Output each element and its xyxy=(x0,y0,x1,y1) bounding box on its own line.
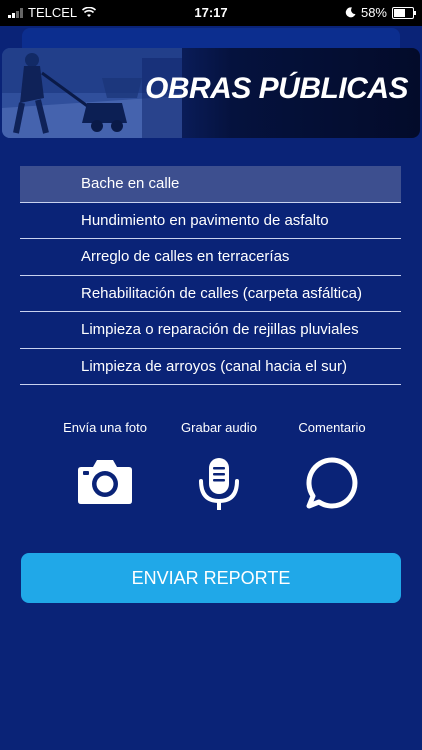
status-bar: TELCEL 17:17 58% xyxy=(0,0,422,26)
battery-percent: 58% xyxy=(360,5,387,20)
menu-item-hundimiento[interactable]: Hundimiento en pavimento de asfalto xyxy=(20,203,401,239)
banner-title: OBRAS PÚBLICAS xyxy=(144,72,409,105)
camera-icon xyxy=(78,460,132,504)
menu-item-bache[interactable]: Bache en calle xyxy=(20,166,401,203)
header-strip xyxy=(22,28,400,48)
submit-report-button[interactable]: ENVIAR REPORTE xyxy=(21,553,401,603)
record-audio-button[interactable]: Grabar audio xyxy=(159,420,279,511)
menu-item-label: Limpieza o reparación de rejillas pluvia… xyxy=(81,321,359,339)
menu-item-label: Bache en calle xyxy=(81,175,180,193)
menu-item-terracerias[interactable]: Arreglo de calles en terracerías xyxy=(20,239,401,276)
send-photo-button[interactable]: Envía una foto xyxy=(45,420,165,505)
menu-item-arroyos[interactable]: Limpieza de arroyos (canal hacia el sur) xyxy=(20,349,401,385)
microphone-icon xyxy=(199,458,239,510)
menu-item-label: Limpieza de arroyos (canal hacia el sur) xyxy=(81,357,347,375)
menu-item-label: Hundimiento en pavimento de asfalto xyxy=(81,211,329,229)
menu-item-label: Rehabilitación de calles (carpeta asfált… xyxy=(81,284,362,302)
section-banner: OBRAS PÚBLICAS xyxy=(2,48,420,138)
moon-icon xyxy=(345,7,356,18)
menu-item-label: Arreglo de calles en terracerías xyxy=(81,248,290,266)
comment-button[interactable]: Comentario xyxy=(272,420,392,509)
chat-bubble-icon xyxy=(306,457,358,509)
menu-item-rehabilitacion[interactable]: Rehabilitación de calles (carpeta asfált… xyxy=(20,276,401,312)
record-audio-label: Grabar audio xyxy=(181,420,257,435)
send-photo-label: Envía una foto xyxy=(63,420,147,435)
report-type-list: Bache en calle Hundimiento en pavimento … xyxy=(20,166,401,385)
comment-label: Comentario xyxy=(298,420,366,435)
battery-icon xyxy=(392,6,416,19)
menu-item-rejillas[interactable]: Limpieza o reparación de rejillas pluvia… xyxy=(20,312,401,349)
